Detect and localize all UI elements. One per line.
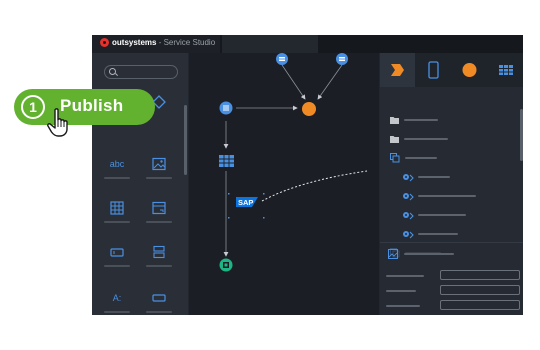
outsystems-logo-icon [100, 38, 109, 47]
mobile-icon [428, 61, 439, 79]
toolbox-item-image[interactable] [144, 157, 174, 183]
action-gear-icon [403, 193, 414, 201]
label-widget-icon: A: [112, 293, 122, 303]
app-tab[interactable]: outsystems - Service Studio [92, 35, 220, 53]
tab-processes[interactable] [380, 53, 415, 87]
property-label [386, 290, 416, 292]
toolbox-item-list[interactable] [144, 245, 174, 271]
logic-circle-icon [462, 63, 477, 77]
service-studio-window: outsystems - Service Studio abc A: SAP [92, 35, 523, 315]
right-panel-scrollbar[interactable] [520, 109, 523, 161]
toolbox-item-label [146, 311, 172, 313]
toolbox-item-table[interactable] [102, 201, 132, 227]
image-icon [151, 157, 167, 171]
text-widget-icon: abc [109, 159, 125, 169]
button-widget-icon [151, 291, 167, 305]
toolbox-item-button[interactable] [144, 291, 174, 315]
property-input[interactable] [440, 285, 520, 295]
toolbox-scrollbar[interactable] [184, 105, 187, 175]
toolbox-item-input[interactable] [102, 245, 132, 271]
tab-logic[interactable] [452, 53, 487, 87]
toolbox-search-input[interactable] [104, 65, 178, 79]
step-number-badge: 1 [21, 95, 45, 119]
copy-icon [390, 153, 400, 163]
tree-item-label [418, 233, 458, 235]
tree-item-label [405, 157, 437, 159]
table-icon [109, 201, 125, 215]
divider [380, 242, 523, 243]
app-brand: outsystems [112, 38, 157, 47]
tree-item-label [418, 195, 476, 197]
toolbox-item-label-widget[interactable]: A: [102, 291, 132, 315]
aggregate-icon[interactable] [219, 155, 234, 167]
folder-icon [390, 117, 399, 124]
tab-data[interactable] [488, 53, 523, 87]
app-title-separator: - [156, 38, 164, 47]
list-icon [151, 245, 167, 259]
flow-canvas[interactable]: SAP [189, 53, 379, 315]
action-gear-icon [403, 174, 414, 182]
data-grid-icon [499, 65, 513, 75]
sap-logo-icon: SAP [238, 198, 253, 207]
folder-icon [390, 136, 399, 143]
flow-diagram: SAP [219, 53, 368, 272]
action-gear-icon [403, 231, 414, 239]
property-input[interactable] [440, 300, 520, 310]
toolbox-item-label [104, 221, 130, 223]
dashed-connector [261, 170, 368, 202]
app-title: outsystems - Service Studio [100, 38, 215, 47]
property-label [386, 305, 420, 307]
connector [281, 64, 306, 100]
properties-title [404, 253, 454, 255]
toolbox-item-label [146, 265, 172, 267]
property-input[interactable] [440, 270, 520, 280]
input-icon [109, 245, 125, 259]
layer-tabs [380, 53, 523, 87]
toolbox-item-label [104, 177, 130, 179]
tree-item-label [418, 176, 450, 178]
image-icon [388, 249, 398, 259]
publish-button[interactable]: 1 Publish [14, 89, 155, 125]
search-icon [109, 68, 116, 75]
pointer-hand-icon [47, 108, 68, 137]
tree-item-label [418, 214, 466, 216]
action-gear-icon [403, 212, 414, 220]
right-panel [380, 53, 523, 315]
merge-node[interactable] [302, 102, 316, 116]
module-tab[interactable] [222, 35, 318, 53]
toolbox-item-label [146, 221, 172, 223]
title-bar: outsystems - Service Studio [92, 35, 523, 53]
property-label [386, 275, 424, 277]
container-icon [151, 201, 167, 215]
chevron-right-icon [391, 64, 404, 76]
tree-item-label [404, 138, 448, 140]
toolbox-item-container[interactable] [144, 201, 174, 227]
tab-interface[interactable] [416, 53, 451, 87]
toolbox-item-text[interactable]: abc [102, 157, 132, 183]
toolbox-item-label [104, 265, 130, 267]
end-node[interactable] [219, 258, 233, 272]
connector [317, 64, 343, 100]
toolbox-item-label [104, 311, 130, 313]
sap-node[interactable]: SAP [228, 193, 265, 219]
tree-item-label [404, 119, 438, 121]
app-name: Service Studio [163, 38, 216, 47]
toolbox-item-label [146, 177, 172, 179]
